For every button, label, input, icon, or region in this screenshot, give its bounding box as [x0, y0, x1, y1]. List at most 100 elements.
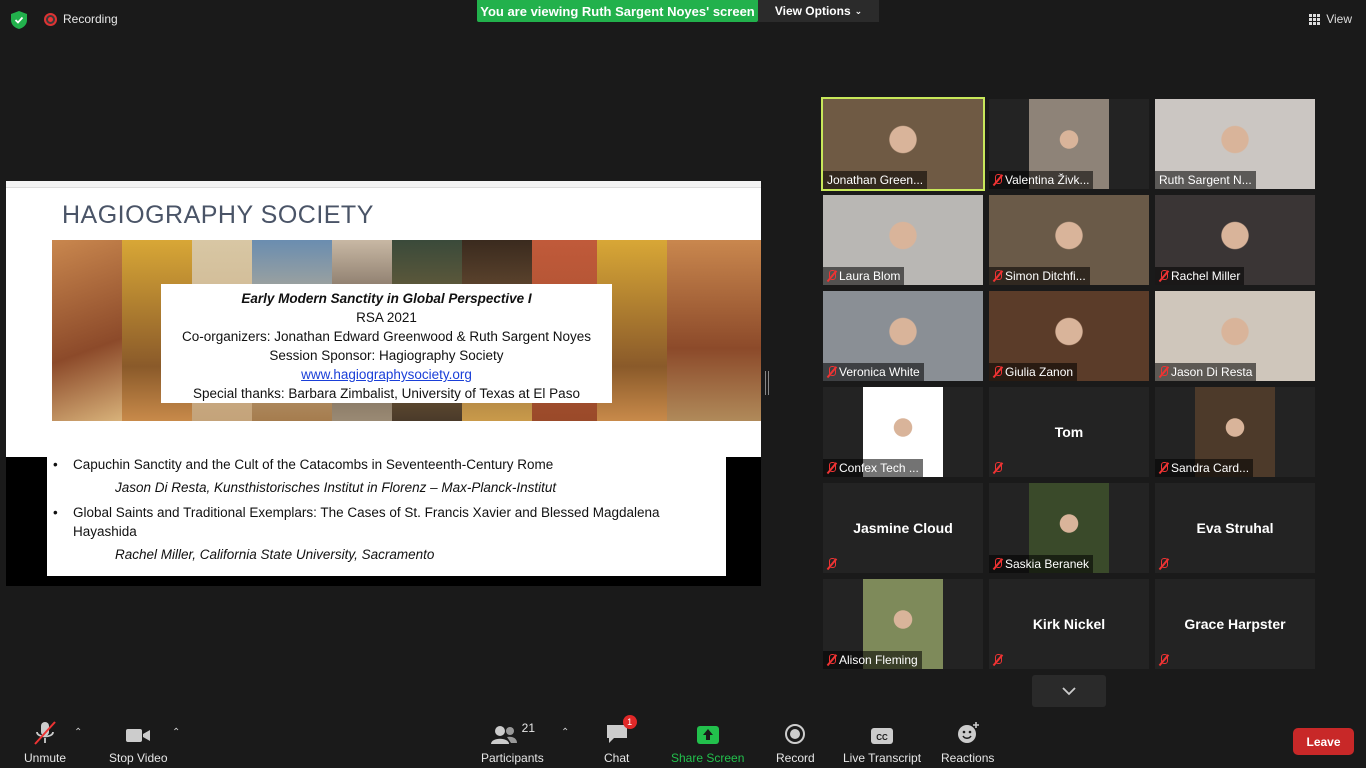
view-label: View	[1326, 12, 1352, 26]
top-bar: Recording You are viewing Ruth Sargent N…	[0, 0, 1366, 40]
participant-tile[interactable]: Jonathan Green...	[821, 97, 985, 191]
participant-tile[interactable]: Rachel Miller	[1155, 195, 1315, 285]
participant-name: Rachel Miller	[1155, 267, 1245, 285]
stop-video-button[interactable]: Stop Video	[109, 721, 168, 765]
participants-icon	[490, 726, 517, 744]
organizers-label: Co-organizers: Jonathan Edward Greenwood…	[182, 329, 591, 344]
audio-options-caret-icon[interactable]: ⌃	[74, 727, 82, 738]
record-icon	[785, 724, 806, 744]
participant-name-label: Veronica White	[839, 365, 920, 379]
participant-name: Jasmine Cloud	[853, 520, 953, 536]
list-item: Capuchin Sanctity and the Cult of the Ca…	[53, 455, 716, 474]
microphone-muted-icon	[993, 270, 1002, 282]
participant-name-label: Giulia Zanon	[1005, 365, 1074, 379]
participant-tile[interactable]: Ruth Sargent N...	[1155, 99, 1315, 189]
talk-title: Capuchin Sanctity and the Cult of the Ca…	[73, 457, 554, 472]
participant-name-label: Ruth Sargent N...	[1159, 173, 1252, 187]
participant-tile[interactable]: Tom	[989, 387, 1149, 477]
list-item: Global Saints and Traditional Exemplars:…	[53, 503, 716, 541]
reactions-button[interactable]: Reactions	[941, 721, 994, 765]
video-options-caret-icon[interactable]: ⌃	[172, 727, 180, 738]
participant-name-label: Sandra Card...	[1171, 461, 1250, 475]
recording-icon	[44, 12, 57, 26]
shared-screen[interactable]: HAGIOGRAPHY SOCIETY Early Modern Sanctit…	[6, 181, 761, 586]
meeting-toolbar: Unmute ⌃ Stop Video ⌃ 21 Participants ⌃	[0, 713, 1366, 768]
microphone-muted-icon	[1159, 366, 1168, 378]
participant-name: Alison Fleming	[823, 651, 922, 669]
participant-name-label: Jonathan Green...	[827, 173, 924, 187]
website-link[interactable]: www.hagiographysociety.org	[161, 365, 612, 384]
participants-caret-icon[interactable]: ⌃	[561, 727, 569, 738]
microphone-muted-icon	[1159, 462, 1168, 474]
view-options-button[interactable]: View Options ⌄	[758, 0, 879, 22]
participant-name: Jason Di Resta	[1155, 363, 1257, 381]
microphone-muted-icon	[34, 721, 56, 745]
participant-tile[interactable]: Valentina Živk...	[989, 99, 1149, 189]
grid-icon	[1309, 13, 1321, 25]
participant-name-label: Valentina Živk...	[1005, 173, 1090, 187]
talk-title: Global Saints and Traditional Exemplars:…	[73, 505, 660, 539]
participant-tile[interactable]: Grace Harpster	[1155, 579, 1315, 669]
next-page-button[interactable]	[1032, 675, 1106, 707]
microphone-muted-icon	[827, 558, 836, 570]
session-info-box: Early Modern Sanctity in Global Perspect…	[161, 284, 612, 403]
microphone-muted-icon	[993, 462, 1002, 474]
participant-tile[interactable]: Jasmine Cloud	[823, 483, 983, 573]
participant-name: Tom	[1054, 424, 1084, 440]
microphone-muted-icon	[1159, 558, 1168, 570]
participant-tile[interactable]: Sandra Card...	[1155, 387, 1315, 477]
participant-tile[interactable]: Saskia Beranek	[989, 483, 1149, 573]
smiley-icon	[957, 722, 979, 743]
live-transcript-button[interactable]: CC Live Transcript	[843, 721, 921, 765]
leave-button[interactable]: Leave	[1293, 728, 1354, 755]
closed-caption-icon: CC	[871, 728, 894, 744]
microphone-muted-icon	[827, 654, 836, 666]
participant-name: Saskia Beranek	[989, 555, 1094, 573]
share-screen-label: Share Screen	[671, 751, 745, 765]
microphone-muted-icon	[993, 558, 1002, 570]
participant-name-label: Jason Di Resta	[1171, 365, 1253, 379]
reactions-label: Reactions	[941, 751, 995, 765]
view-button[interactable]: View	[1309, 12, 1352, 26]
shield-icon[interactable]	[11, 11, 27, 29]
unmute-label: Unmute	[24, 751, 67, 765]
participant-tile[interactable]: Laura Blom	[823, 195, 983, 285]
participant-tile[interactable]: Giulia Zanon	[989, 291, 1149, 381]
microphone-muted-icon	[827, 462, 836, 474]
participant-name: Confex Tech ...	[823, 459, 923, 477]
participant-name: Grace Harpster	[1184, 616, 1286, 632]
live-transcript-label: Live Transcript	[843, 751, 922, 765]
participant-tile[interactable]: Kirk Nickel	[989, 579, 1149, 669]
participant-name-label: Simon Ditchfi...	[1005, 269, 1086, 283]
record-label: Record	[776, 751, 815, 765]
view-options-label: View Options	[774, 4, 851, 18]
participant-tile[interactable]: Eva Struhal	[1155, 483, 1315, 573]
share-screen-button[interactable]: Share Screen	[671, 721, 744, 765]
participant-tile[interactable]: Veronica White	[823, 291, 983, 381]
chat-badge: 1	[622, 715, 637, 729]
sponsor-label: Session Sponsor: Hagiography Society	[269, 348, 504, 363]
resize-handle[interactable]	[765, 371, 769, 395]
participant-tile[interactable]: Simon Ditchfi...	[989, 195, 1149, 285]
record-button[interactable]: Record	[776, 721, 815, 765]
recording-indicator[interactable]: Recording	[44, 12, 118, 26]
participant-name: Giulia Zanon	[989, 363, 1078, 381]
unmute-button[interactable]: Unmute	[24, 721, 66, 765]
participant-tile[interactable]: Jason Di Resta	[1155, 291, 1315, 381]
participant-name: Veronica White	[823, 363, 924, 381]
microphone-muted-icon	[993, 174, 1002, 186]
participant-name: Ruth Sargent N...	[1155, 171, 1256, 189]
stop-video-label: Stop Video	[109, 751, 168, 765]
participant-tile[interactable]: Alison Fleming	[823, 579, 983, 669]
participant-name-label: Confex Tech ...	[839, 461, 919, 475]
chevron-down-icon	[1062, 686, 1076, 695]
svg-text:CC: CC	[876, 733, 888, 742]
chevron-down-icon: ⌄	[854, 5, 863, 16]
participants-count: 21	[521, 721, 536, 735]
chat-button[interactable]: 1 Chat	[604, 715, 637, 765]
talk-speaker: Rachel Miller, California State Universi…	[115, 547, 435, 562]
participants-button[interactable]: 21 Participants	[481, 721, 544, 765]
slide-tab-strip	[6, 181, 761, 188]
participant-tile[interactable]: Confex Tech ...	[823, 387, 983, 477]
participant-name: Jonathan Green...	[823, 171, 928, 189]
